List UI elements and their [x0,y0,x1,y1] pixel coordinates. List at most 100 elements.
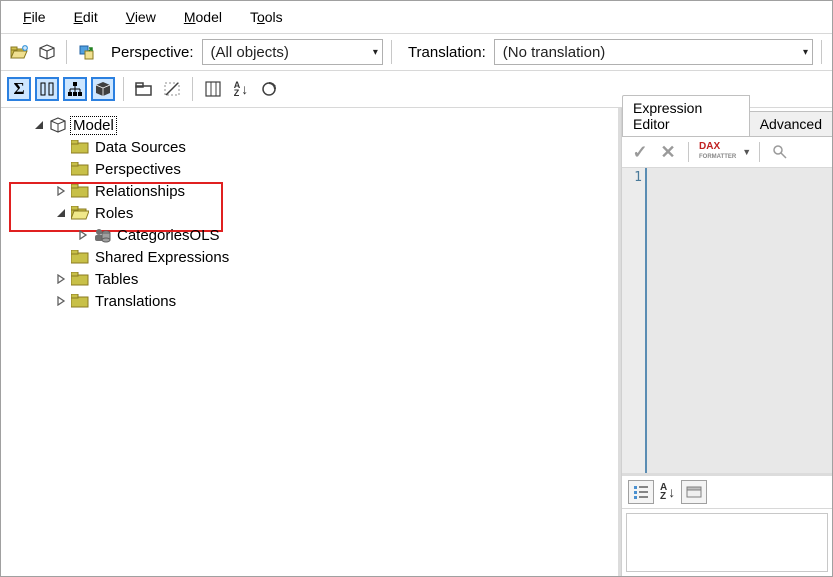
cube-button[interactable] [35,40,59,64]
categorized-button[interactable] [628,480,654,504]
properties-toolbar: AZ ↓ [622,476,832,509]
right-tabs: Expression Editor Advanced [622,108,832,137]
columns-icon [39,81,55,97]
tab-expression-editor[interactable]: Expression Editor [622,95,750,136]
line-number: 1 [622,170,642,185]
app-window: File Edit View Model Tools [0,0,833,577]
chevron-down-icon: ▾ [343,47,378,58]
main-area: Model Data Sources Perspectives [1,108,832,576]
hierarchy-icon [67,81,83,97]
editor-area[interactable]: 1 [622,168,832,473]
toolbar-divider [123,77,124,101]
dax-format-button[interactable]: DAXFORMATTER [697,140,738,164]
folder-icon [71,139,89,155]
perspective-value: (All objects) [211,44,289,61]
expander-closed-icon[interactable] [55,185,67,197]
deploy-button[interactable] [75,40,99,64]
categorized-icon [633,485,649,499]
role-icon [93,227,111,243]
accept-button[interactable]: ✓ [628,140,652,164]
sigma-button[interactable]: Σ [7,77,31,101]
layout-icon [205,81,221,97]
tree-label[interactable]: CategoriesOLS [115,227,222,244]
tree-row-data-sources[interactable]: Data Sources [11,136,614,158]
alphabetical-button[interactable]: AZ ↓ [660,483,675,501]
right-panel: Expression Editor Advanced ✓ ✕ DAXFORMAT… [621,108,832,576]
tree-row-translations[interactable]: Translations [11,290,614,312]
properties-grid[interactable] [626,513,828,572]
cube-filled-icon [95,81,111,97]
close-icon: ✕ [660,142,675,163]
hidden-icon [163,81,181,97]
editor-code[interactable] [647,168,832,473]
toolbar-divider [192,77,193,101]
sigma-icon: Σ [13,79,24,99]
translation-label: Translation: [408,44,486,61]
editor-gutter: 1 [622,168,647,473]
cube-icon [38,43,56,61]
cube-icon [49,117,67,133]
expander-closed-icon[interactable] [77,229,89,241]
sort-az-button[interactable]: AZ ↓ [229,77,253,101]
refresh-button[interactable] [257,77,281,101]
perspective-label: Perspective: [111,44,194,61]
cube-view-button[interactable] [91,77,115,101]
folder-open-icon [10,44,28,60]
translation-combo[interactable]: (No translation) ▾ [494,39,813,65]
menu-bar: File Edit View Model Tools [1,1,832,34]
menu-view[interactable]: View [112,7,170,27]
folder-open-icon [71,205,89,221]
tree-row-model[interactable]: Model [11,114,614,136]
tree-label[interactable]: Relationships [93,183,187,200]
folder-view-button[interactable] [132,77,156,101]
chevron-down-icon[interactable]: ▼ [742,147,751,157]
folder-icon [71,161,89,177]
tree-row-shared-expressions[interactable]: Shared Expressions [11,246,614,268]
dax-icon: DAXFORMATTER [699,142,736,162]
menu-file[interactable]: File [9,7,60,27]
cancel-button[interactable]: ✕ [656,140,680,164]
expander-closed-icon[interactable] [55,273,67,285]
tree-panel[interactable]: Model Data Sources Perspectives [1,108,621,576]
folder-icon [71,249,89,265]
tree-label[interactable]: Translations [93,293,178,310]
property-pages-button[interactable] [681,480,707,504]
menu-edit[interactable]: Edit [60,7,112,27]
toolbar-divider [759,142,760,162]
sort-az-icon: AZ ↓ [234,81,249,97]
toolbar-main: Perspective: (All objects) ▾ Translation… [1,34,832,71]
hidden-toggle-button[interactable] [160,77,184,101]
tree-row-tables[interactable]: Tables [11,268,614,290]
hierarchy-button[interactable] [63,77,87,101]
chevron-down-icon: ▾ [773,47,808,58]
deploy-icon [78,43,96,61]
expander-open-icon[interactable] [33,119,45,131]
tree-label[interactable]: Tables [93,271,140,288]
tree-label[interactable]: Data Sources [93,139,188,156]
open-folder-button[interactable] [7,40,31,64]
perspective-combo[interactable]: (All objects) ▾ [202,39,383,65]
expander-closed-icon[interactable] [55,295,67,307]
refresh-icon [261,81,277,97]
tree-label[interactable]: Shared Expressions [93,249,231,266]
menu-model[interactable]: Model [170,7,236,27]
tree-row-relationships[interactable]: Relationships [11,180,614,202]
tree-label[interactable]: Roles [93,205,135,222]
tree-label-model[interactable]: Model [71,117,116,134]
check-icon: ✓ [632,142,647,163]
layout-button[interactable] [201,77,225,101]
search-button[interactable] [768,140,792,164]
tab-advanced[interactable]: Advanced [749,111,833,136]
expander-open-icon[interactable] [55,207,67,219]
tree-row-perspectives[interactable]: Perspectives [11,158,614,180]
folder-icon [71,271,89,287]
toolbar-divider [391,40,392,64]
tree-row-categoriesols[interactable]: CategoriesOLS [11,224,614,246]
folder-icon [135,81,153,97]
menu-tools[interactable]: Tools [236,7,297,27]
tree-row-roles[interactable]: Roles [11,202,614,224]
toolbar-divider [821,40,822,64]
toolbar-divider [688,142,689,162]
tree-label[interactable]: Perspectives [93,161,183,178]
columns-button[interactable] [35,77,59,101]
